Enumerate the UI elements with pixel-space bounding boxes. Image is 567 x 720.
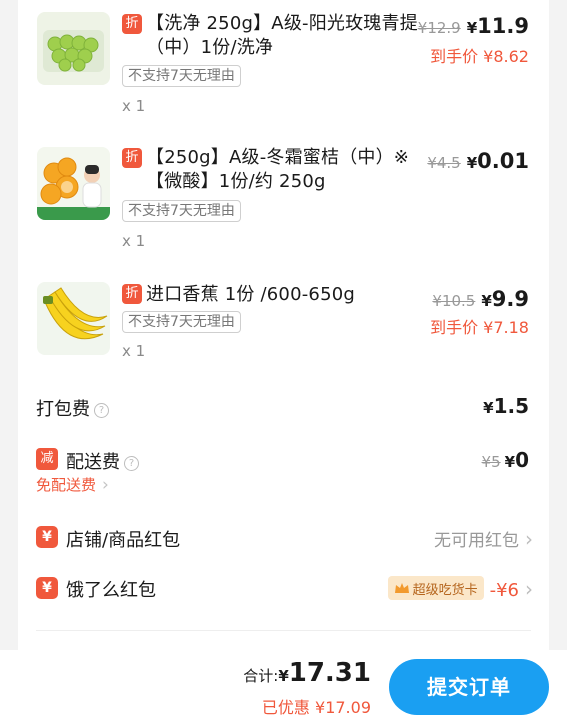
banana-image <box>37 282 110 355</box>
eleme-red-packet-value: 超级吃货卡 -¥6 › <box>387 576 533 601</box>
current-price: ¥0.01 <box>466 149 529 173</box>
item-quantity: x 1 <box>122 342 146 360</box>
discount-mark: 折 <box>122 14 142 34</box>
original-price: ¥12.9 <box>417 19 461 37</box>
help-icon[interactable]: ? <box>124 456 139 471</box>
no-return-tag: 不支持7天无理由 <box>122 200 241 222</box>
shop-red-packet-row[interactable]: ¥ 店铺/商品红包 无可用红包 › <box>18 526 549 556</box>
price-line: ¥10.5 ¥9.9 <box>432 287 529 311</box>
free-delivery-link[interactable]: 免配送费 › <box>36 474 109 495</box>
final-price: 到手价 ¥8.62 <box>430 47 529 66</box>
price-line: ¥4.5 ¥0.01 <box>427 149 529 173</box>
item-quantity: x 1 <box>122 97 146 115</box>
item-title: 【250g】A级-冬霜蜜桔（中）※【微酸】1份/约 250g <box>146 147 410 192</box>
order-item-tangerine[interactable]: 折 【250g】A级-冬霜蜜桔（中）※【微酸】1份/约 250g 不支持7天无理… <box>18 135 549 255</box>
divider <box>36 630 531 631</box>
no-return-tag: 不支持7天无理由 <box>122 65 241 87</box>
eleme-red-packet-label: 饿了么红包 <box>66 580 156 601</box>
super-foodie-card-chip: 超级吃货卡 <box>387 576 484 600</box>
item-title: 进口香蕉 1份 /600-650g <box>146 284 355 305</box>
total-discount: 已优惠 ¥17.09 <box>261 698 371 717</box>
packing-fee-row: 打包费? ¥1.5 <box>18 393 549 423</box>
discount-mark: 折 <box>122 148 142 168</box>
order-item-grapes[interactable]: 折 【洗净 250g】A级-阳光玫瑰青提（中）1份/洗净 不支持7天无理由 x … <box>18 0 549 125</box>
order-item-banana[interactable]: 折 进口香蕉 1份 /600-650g 不支持7天无理由 x 1 ¥10.5 ¥… <box>18 270 549 370</box>
price-line: ¥12.9 ¥11.9 <box>418 14 529 38</box>
red-packet-icon: ¥ <box>36 526 58 548</box>
chevron-right-icon: › <box>525 527 533 551</box>
delivery-fee-value: ¥5 ¥0 <box>481 448 529 472</box>
tangerine-image <box>37 147 110 220</box>
shop-red-packet-label: 店铺/商品红包 <box>66 530 181 551</box>
no-return-tag: 不支持7天无理由 <box>122 311 241 333</box>
order-card: 折 【洗净 250g】A级-阳光玫瑰青提（中）1份/洗净 不支持7天无理由 x … <box>18 0 549 660</box>
item-quantity: x 1 <box>122 232 146 250</box>
reduce-badge: 减 <box>36 448 58 470</box>
current-price: ¥11.9 <box>466 14 529 38</box>
chevron-right-icon: › <box>102 475 109 495</box>
original-price: ¥10.5 <box>432 292 476 310</box>
red-packet-icon: ¥ <box>36 577 58 599</box>
delivery-fee-label: 配送费? <box>66 448 139 474</box>
delivery-fee-row: 减 配送费? ¥5 ¥0 免配送费 › <box>18 446 549 496</box>
green-grapes-image <box>37 12 110 85</box>
crown-icon <box>394 583 409 593</box>
shop-red-packet-value: 无可用红包 › <box>434 527 533 551</box>
chevron-right-icon: › <box>525 577 533 601</box>
discount-mark: 折 <box>122 284 142 304</box>
item-title: 【洗净 250g】A级-阳光玫瑰青提（中）1份/洗净 <box>146 13 418 58</box>
final-price: 到手价 ¥7.18 <box>430 318 529 337</box>
delivery-original-fee: ¥5 <box>481 453 501 471</box>
packing-fee-label: 打包费? <box>36 395 109 421</box>
submit-order-button[interactable]: 提交订单 <box>389 659 549 715</box>
eleme-red-packet-row[interactable]: ¥ 饿了么红包 超级吃货卡 -¥6 › <box>18 576 549 606</box>
help-icon[interactable]: ? <box>94 403 109 418</box>
order-total: 合计: ¥17.31 <box>243 658 371 688</box>
current-price: ¥9.9 <box>481 287 529 311</box>
packing-fee-value: ¥1.5 <box>483 394 529 418</box>
original-price: ¥4.5 <box>427 154 461 172</box>
